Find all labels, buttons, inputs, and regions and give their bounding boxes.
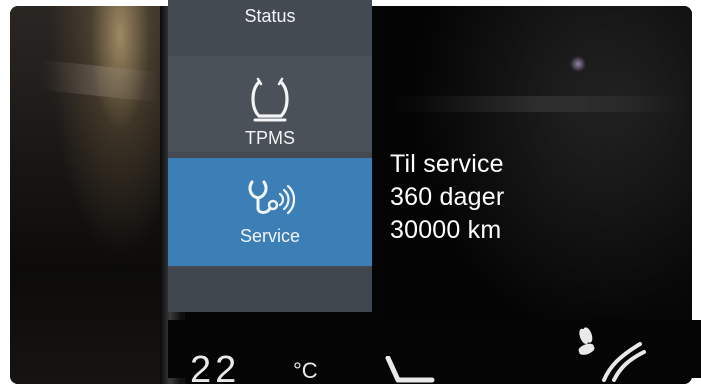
menu-item-label: Service <box>239 226 301 246</box>
menu-item-label: Status <box>244 6 296 26</box>
service-days: 360 dager <box>390 183 505 211</box>
tire-pressure-icon <box>251 77 289 122</box>
menu-item-blank <box>168 268 372 312</box>
service-wrench-icon <box>248 180 296 215</box>
temperature-readout[interactable]: 22 <box>190 350 240 390</box>
menu-item-service[interactable]: Service <box>168 158 372 266</box>
service-title: Til service <box>390 150 504 178</box>
temperature-unit: °C <box>293 358 318 383</box>
side-menu: Status TPMS Service <box>168 0 372 312</box>
menu-item-label: TPMS <box>244 128 295 148</box>
light-reflection <box>570 56 586 72</box>
menu-item-tpms[interactable]: TPMS <box>168 56 372 152</box>
glass-reflection <box>390 96 690 112</box>
service-info: Til service 360 dager 30000 km <box>390 148 504 247</box>
fan-icon[interactable] <box>570 326 650 382</box>
dashboard-trim <box>10 6 185 384</box>
service-distance: 30000 km <box>390 216 502 244</box>
seat-heat-icon[interactable] <box>380 356 444 386</box>
menu-item-status[interactable]: Status <box>168 0 372 26</box>
